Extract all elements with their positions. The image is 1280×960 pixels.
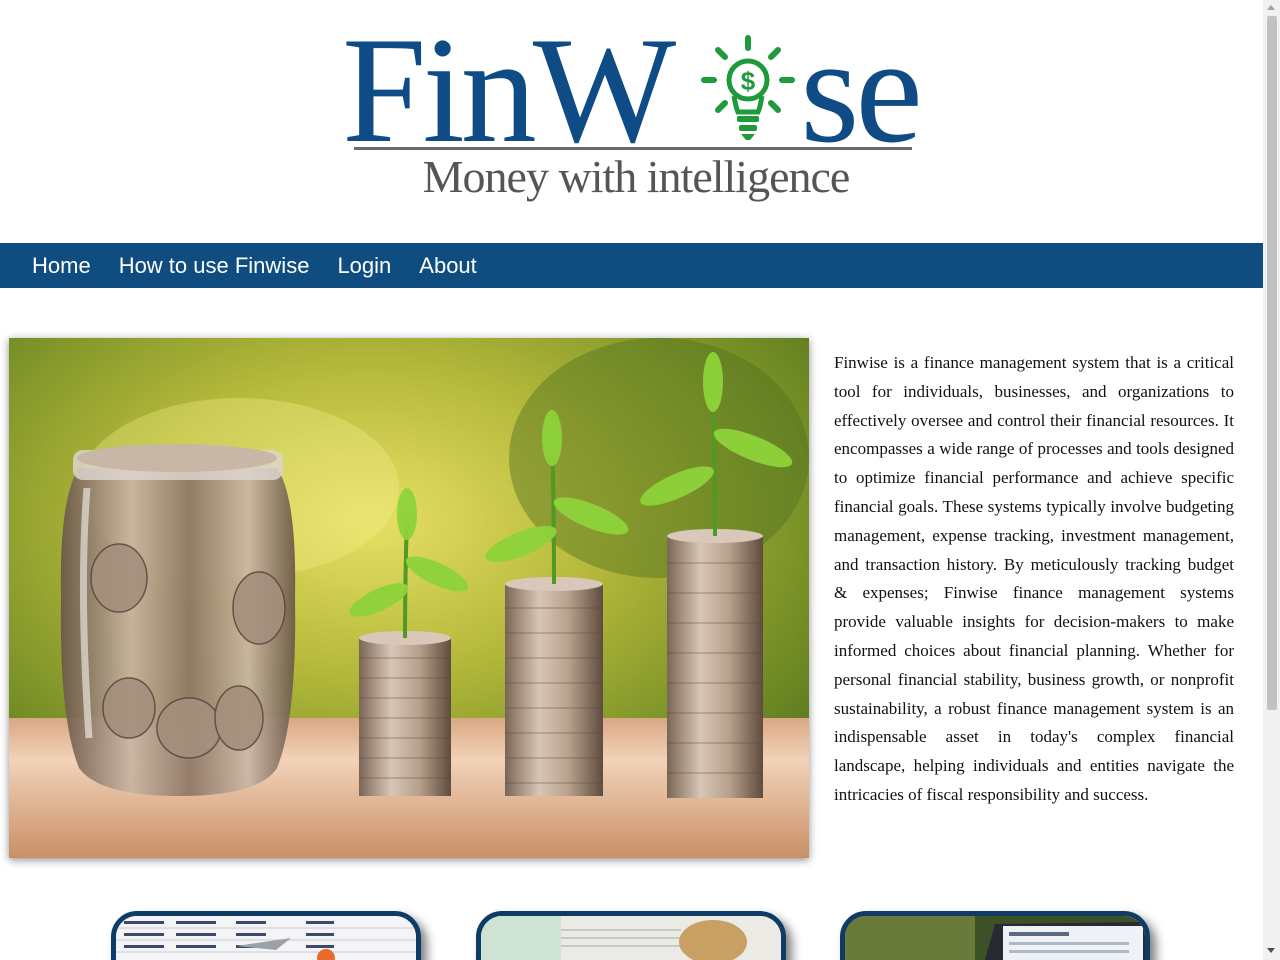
svg-text:$: $ [741,66,756,96]
logo-tagline: Money with intelligence [422,151,851,202]
logo-wordmark: FinW se [342,14,923,166]
spreadsheet-photo [116,916,416,960]
cash-potato-photo [481,916,781,960]
lightbulb-dollar-icon: $ [701,35,795,140]
laptop-dashboard-photo [845,916,1145,960]
coin-jar-growth-photo [9,338,809,858]
hero-image [9,338,809,858]
finwise-logo[interactable]: FinW se $ Money with intelligence [336,14,936,214]
nav-item-home[interactable]: Home [32,253,91,279]
scroll-down-arrow-icon[interactable] [1267,948,1275,953]
feature-card-2[interactable] [476,911,786,960]
scroll-up-arrow-icon[interactable] [1267,5,1275,10]
feature-card-1[interactable] [111,911,421,960]
about-description: Finwise is a finance management system t… [834,353,1234,804]
main-nav: Home How to use Finwise Login About [0,243,1263,288]
scroll-thumb[interactable] [1267,16,1277,710]
nav-item-how-to-use[interactable]: How to use Finwise [119,253,310,279]
page: FinW se $ Money with intelligence Home Ho… [0,0,1263,960]
nav-item-about[interactable]: About [419,253,477,279]
nav-item-login[interactable]: Login [337,253,391,279]
page-scrollbar[interactable] [1263,0,1280,960]
feature-card-3[interactable] [840,911,1150,960]
